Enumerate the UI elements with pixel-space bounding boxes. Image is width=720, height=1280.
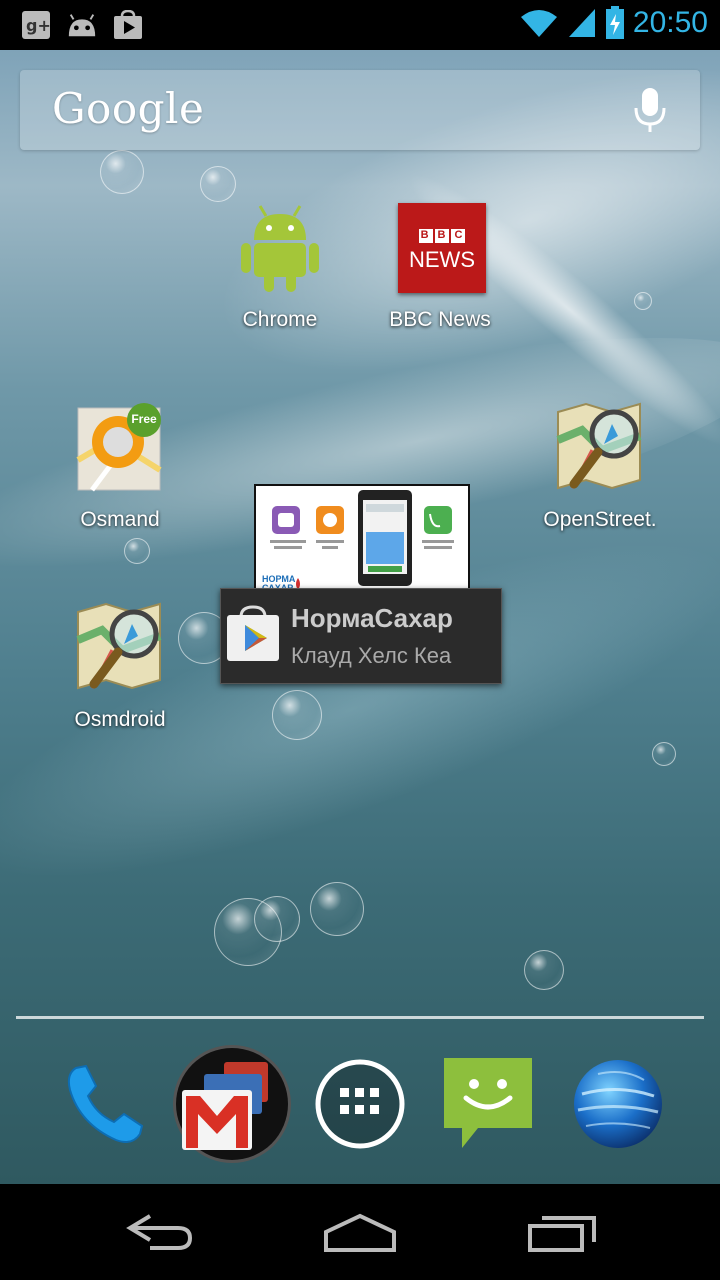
android-icon xyxy=(66,9,98,41)
gmail-folder-icon[interactable] xyxy=(176,1048,288,1160)
wifi-icon xyxy=(520,10,557,37)
phone-icon[interactable] xyxy=(56,1054,156,1154)
free-badge: Free xyxy=(131,412,157,426)
app-label: BBC News xyxy=(389,308,491,331)
bbc-news-icon: BBC NEWS xyxy=(392,200,488,296)
app-chrome[interactable]: Chrome xyxy=(190,200,370,332)
bbc-logo-bottom: NEWS xyxy=(409,247,475,272)
home-icon[interactable] xyxy=(320,1210,400,1254)
google-logo: Google xyxy=(52,84,205,133)
app-openstreet[interactable]: OpenStreet. xyxy=(510,400,690,532)
map-magnifier-icon xyxy=(552,400,648,496)
popup-card: НормаСахар Клауд Хелс Кеа xyxy=(220,588,502,684)
app-label: OpenStreet. xyxy=(543,508,657,531)
messaging-icon[interactable] xyxy=(440,1054,540,1154)
app-drawer-icon[interactable] xyxy=(310,1054,410,1154)
battery-charging-icon xyxy=(605,6,624,39)
popup-subtitle: Клауд Хелс Кеа xyxy=(291,643,452,668)
clock: 20:50 xyxy=(632,6,708,39)
back-icon[interactable] xyxy=(120,1210,200,1254)
mic-icon[interactable] xyxy=(630,86,670,134)
popup-title: НормаСахар xyxy=(291,603,453,633)
google-search-bar[interactable]: Google xyxy=(20,70,700,150)
osmand-icon: Free xyxy=(72,400,168,496)
app-label: Osmdroid xyxy=(74,708,166,731)
google-plus-icon: g+ xyxy=(20,9,52,41)
navigation-bar xyxy=(0,1184,720,1280)
app-label: Chrome xyxy=(242,308,318,331)
signal-icon xyxy=(568,9,595,37)
play-store-icon xyxy=(112,9,144,41)
app-osmdroid[interactable]: Osmdroid xyxy=(30,600,210,732)
app-label: Osmand xyxy=(80,508,160,531)
status-bar: g+ 20:50 xyxy=(0,0,720,50)
svg-text:g+: g+ xyxy=(26,16,51,35)
map-magnifier-icon xyxy=(72,600,168,696)
bbc-logo-top: BBC xyxy=(420,229,472,241)
dock-divider xyxy=(16,1016,704,1019)
android-robot-icon xyxy=(232,200,328,296)
app-preview-image: НОРМА САХАР xyxy=(254,484,470,596)
app-bbc-news[interactable]: BBC NEWS BBC News xyxy=(350,200,530,332)
app-osmand[interactable]: Free Osmand xyxy=(30,400,210,532)
play-store-bag-icon xyxy=(223,603,283,663)
recents-icon[interactable] xyxy=(522,1210,602,1254)
browser-globe-icon[interactable] xyxy=(568,1054,668,1154)
